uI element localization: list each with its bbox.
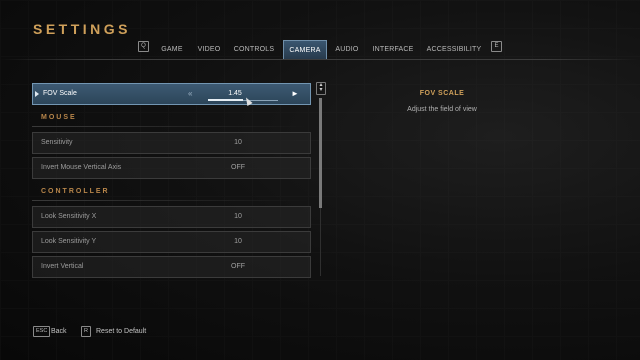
section-mouse: MOUSE	[41, 114, 77, 121]
setting-value: OFF	[231, 164, 245, 171]
sensitivity-row[interactable]: Sensitivity 10	[32, 132, 311, 154]
fov-scale-value: 1.45	[228, 90, 242, 97]
detail-description: Adjust the field of view	[407, 106, 477, 113]
selection-marker-icon	[35, 91, 39, 97]
page-title: SETTINGS	[33, 21, 132, 37]
setting-label: Invert Vertical	[41, 263, 84, 270]
scrollbar-thumb[interactable]	[319, 98, 322, 208]
tab-controls[interactable]: CONTROLS	[229, 40, 279, 59]
fov-scale-row[interactable]: FOV Scale « 1.45 ►	[32, 83, 311, 106]
prev-tab-key[interactable]: Q	[138, 41, 149, 52]
setting-value: 10	[234, 238, 242, 245]
setting-value: 10	[234, 213, 242, 220]
section-controller: CONTROLLER	[41, 188, 110, 195]
r-key-icon: R	[81, 326, 91, 337]
mouse-cursor-icon	[243, 96, 253, 106]
tab-game[interactable]: GAME	[154, 40, 190, 59]
tab-audio[interactable]: AUDIO	[332, 40, 362, 59]
fov-slider-fill	[208, 99, 243, 101]
setting-value: 10	[234, 139, 242, 146]
setting-value: OFF	[231, 263, 245, 270]
tab-divider	[0, 59, 640, 60]
look-sensitivity-y-row[interactable]: Look Sensitivity Y 10	[32, 231, 311, 253]
invert-vertical-row[interactable]: Invert Vertical OFF	[32, 256, 311, 278]
section-divider	[32, 200, 309, 201]
tab-camera[interactable]: CAMERA	[283, 40, 327, 60]
section-divider	[32, 126, 309, 127]
next-tab-key[interactable]: E	[491, 41, 502, 52]
scroll-up-icon[interactable]: ▴ ▾	[316, 82, 326, 95]
esc-key-icon: ESC	[33, 326, 51, 337]
invert-mouse-row[interactable]: Invert Mouse Vertical Axis OFF	[32, 157, 311, 179]
back-button[interactable]: Back	[51, 326, 67, 337]
detail-title: FOV SCALE	[419, 90, 465, 97]
setting-label: Sensitivity	[41, 139, 73, 146]
tab-video[interactable]: VIDEO	[193, 40, 225, 59]
reset-to-default-button[interactable]: Reset to Default	[96, 326, 146, 337]
decrease-arrow-icon[interactable]: «	[188, 84, 192, 104]
tab-interface[interactable]: INTERFACE	[369, 40, 417, 59]
setting-label: Invert Mouse Vertical Axis	[41, 164, 122, 171]
setting-label: Look Sensitivity Y	[41, 238, 97, 245]
fov-scale-label: FOV Scale	[43, 90, 77, 97]
look-sensitivity-x-row[interactable]: Look Sensitivity X 10	[32, 206, 311, 228]
setting-label: Look Sensitivity X	[41, 213, 97, 220]
tab-accessibility[interactable]: ACCESSIBILITY	[424, 40, 484, 59]
increase-arrow-icon[interactable]: ►	[291, 84, 299, 104]
